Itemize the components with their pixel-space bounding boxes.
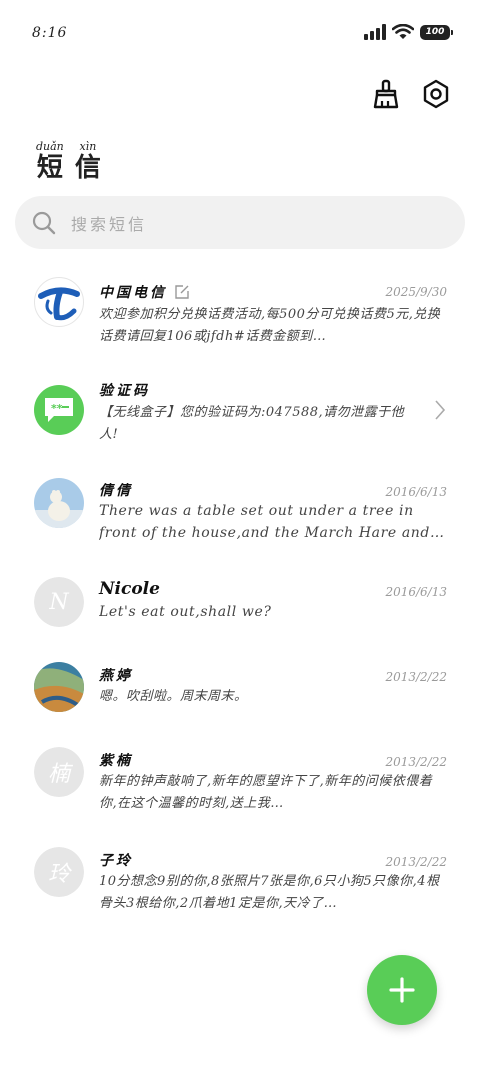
search-placeholder: 搜索短信 <box>71 214 148 234</box>
message-preview: Let's eat out,shall we? <box>99 604 272 620</box>
plus-icon <box>389 977 415 1003</box>
page-title: duǎn 短 xìn 信 <box>36 135 107 184</box>
sender-name: 中国电信 <box>99 285 167 301</box>
avatar: N <box>34 577 84 627</box>
sender-name: 验证码 <box>99 383 150 399</box>
sender-name: 紫楠 <box>99 753 133 769</box>
status-icons: 100 <box>364 24 453 40</box>
sender-row: 中国电信 <box>99 282 189 302</box>
sender-row: 燕婷 <box>99 665 133 685</box>
message-preview: 欢迎参加积分兑换话费活动,每500分可兑换话费5元,兑换话费请回复106或jfd… <box>99 307 441 344</box>
message-item[interactable]: 楠 紫楠 2013/2/22 新年的钟声敲响了,新年的愿望许下了,新年的问候依偎… <box>0 738 480 828</box>
avatar-letter: N <box>34 577 84 627</box>
message-item[interactable]: N Nicole 2016/6/13 Let's eat out,shall w… <box>0 568 480 658</box>
sms-bubble-icon: ** <box>45 398 73 422</box>
message-item[interactable]: 玲 子玲 2013/2/22 10分想念9别的你,8张照片7张是你,6只小狗5只… <box>0 838 480 928</box>
message-item[interactable]: ** 验证码 【无线盒子】您的验证码为:047588,请勿泄露于他人! <box>0 368 480 458</box>
title-char: duǎn 短 <box>36 140 64 184</box>
avatar: 楠 <box>34 747 84 797</box>
title-hanzi: 短 <box>36 153 63 183</box>
edit-icon <box>175 285 189 299</box>
message-preview: 嗯。吹刮啦。周末周末。 <box>99 689 248 704</box>
sender-row: 子玲 <box>99 850 133 870</box>
message-date: 2025/9/30 <box>385 285 447 299</box>
status-bar: 8:16 100 <box>0 0 480 60</box>
avatar <box>34 478 84 528</box>
new-message-button[interactable] <box>367 955 437 1025</box>
sender-row: 验证码 <box>99 380 150 400</box>
battery-level: 100 <box>425 27 445 37</box>
title-char: xìn 信 <box>74 140 101 184</box>
sender-row: 紫楠 <box>99 750 133 770</box>
message-date: 2016/6/13 <box>385 485 447 499</box>
message-preview: 10分想念9别的你,8张照片7张是你,6只小狗5只像你,4根骨头3根给你,2爪着… <box>99 874 440 911</box>
sender-name: 倩倩 <box>99 483 133 499</box>
sender-name: 燕婷 <box>99 668 133 684</box>
settings-icon <box>423 79 449 109</box>
message-date: 2013/2/22 <box>385 855 447 869</box>
chevron-right-icon[interactable] <box>434 399 446 421</box>
message-date: 2013/2/22 <box>385 670 447 684</box>
message-date: 2016/6/13 <box>385 585 447 599</box>
avatar: 玲 <box>34 847 84 897</box>
sender-row: 倩倩 <box>99 480 133 500</box>
message-item[interactable]: 中国电信 2025/9/30 欢迎参加积分兑换话费活动,每500分可兑换话费5元… <box>0 268 480 358</box>
message-preview: 【无线盒子】您的验证码为:047588,请勿泄露于他人! <box>99 405 405 442</box>
avatar <box>34 277 84 327</box>
avatar <box>34 662 84 712</box>
avatar-letter: 楠 <box>34 747 84 797</box>
status-time: 8:16 <box>32 25 68 41</box>
china-telecom-logo <box>38 287 80 321</box>
svg-text:**: ** <box>51 402 63 415</box>
landscape-photo <box>34 662 84 712</box>
header-actions <box>370 78 452 110</box>
settings-button[interactable] <box>420 78 452 110</box>
sender-name: 子玲 <box>99 853 133 869</box>
battery-icon: 100 <box>420 24 453 40</box>
title-pinyin: xìn <box>79 140 97 153</box>
message-item[interactable]: 燕婷 2013/2/22 嗯。吹刮啦。周末周末。 <box>0 653 480 743</box>
title-hanzi: 信 <box>74 153 101 183</box>
sender-row: Nicole <box>99 579 160 599</box>
message-date: 2013/2/22 <box>385 755 447 769</box>
polar-bear-photo <box>34 478 84 528</box>
avatar: ** <box>34 385 84 435</box>
search-input[interactable]: 搜索短信 <box>15 196 465 249</box>
clean-button[interactable] <box>370 78 402 110</box>
search-icon <box>32 211 56 234</box>
signal-icon <box>364 24 386 40</box>
avatar-letter: 玲 <box>34 847 84 897</box>
sender-name: Nicole <box>99 579 160 599</box>
message-preview: 新年的钟声敲响了,新年的愿望许下了,新年的问候依偎着你,在这个温馨的时刻,送上我… <box>99 774 433 811</box>
title-pinyin: duǎn <box>36 140 64 153</box>
message-preview: There was a table set out under a tree i… <box>99 503 430 541</box>
wifi-icon <box>392 24 414 39</box>
broom-icon <box>373 79 399 109</box>
message-item[interactable]: 倩倩 2016/6/13 There was a table set out u… <box>0 468 480 558</box>
